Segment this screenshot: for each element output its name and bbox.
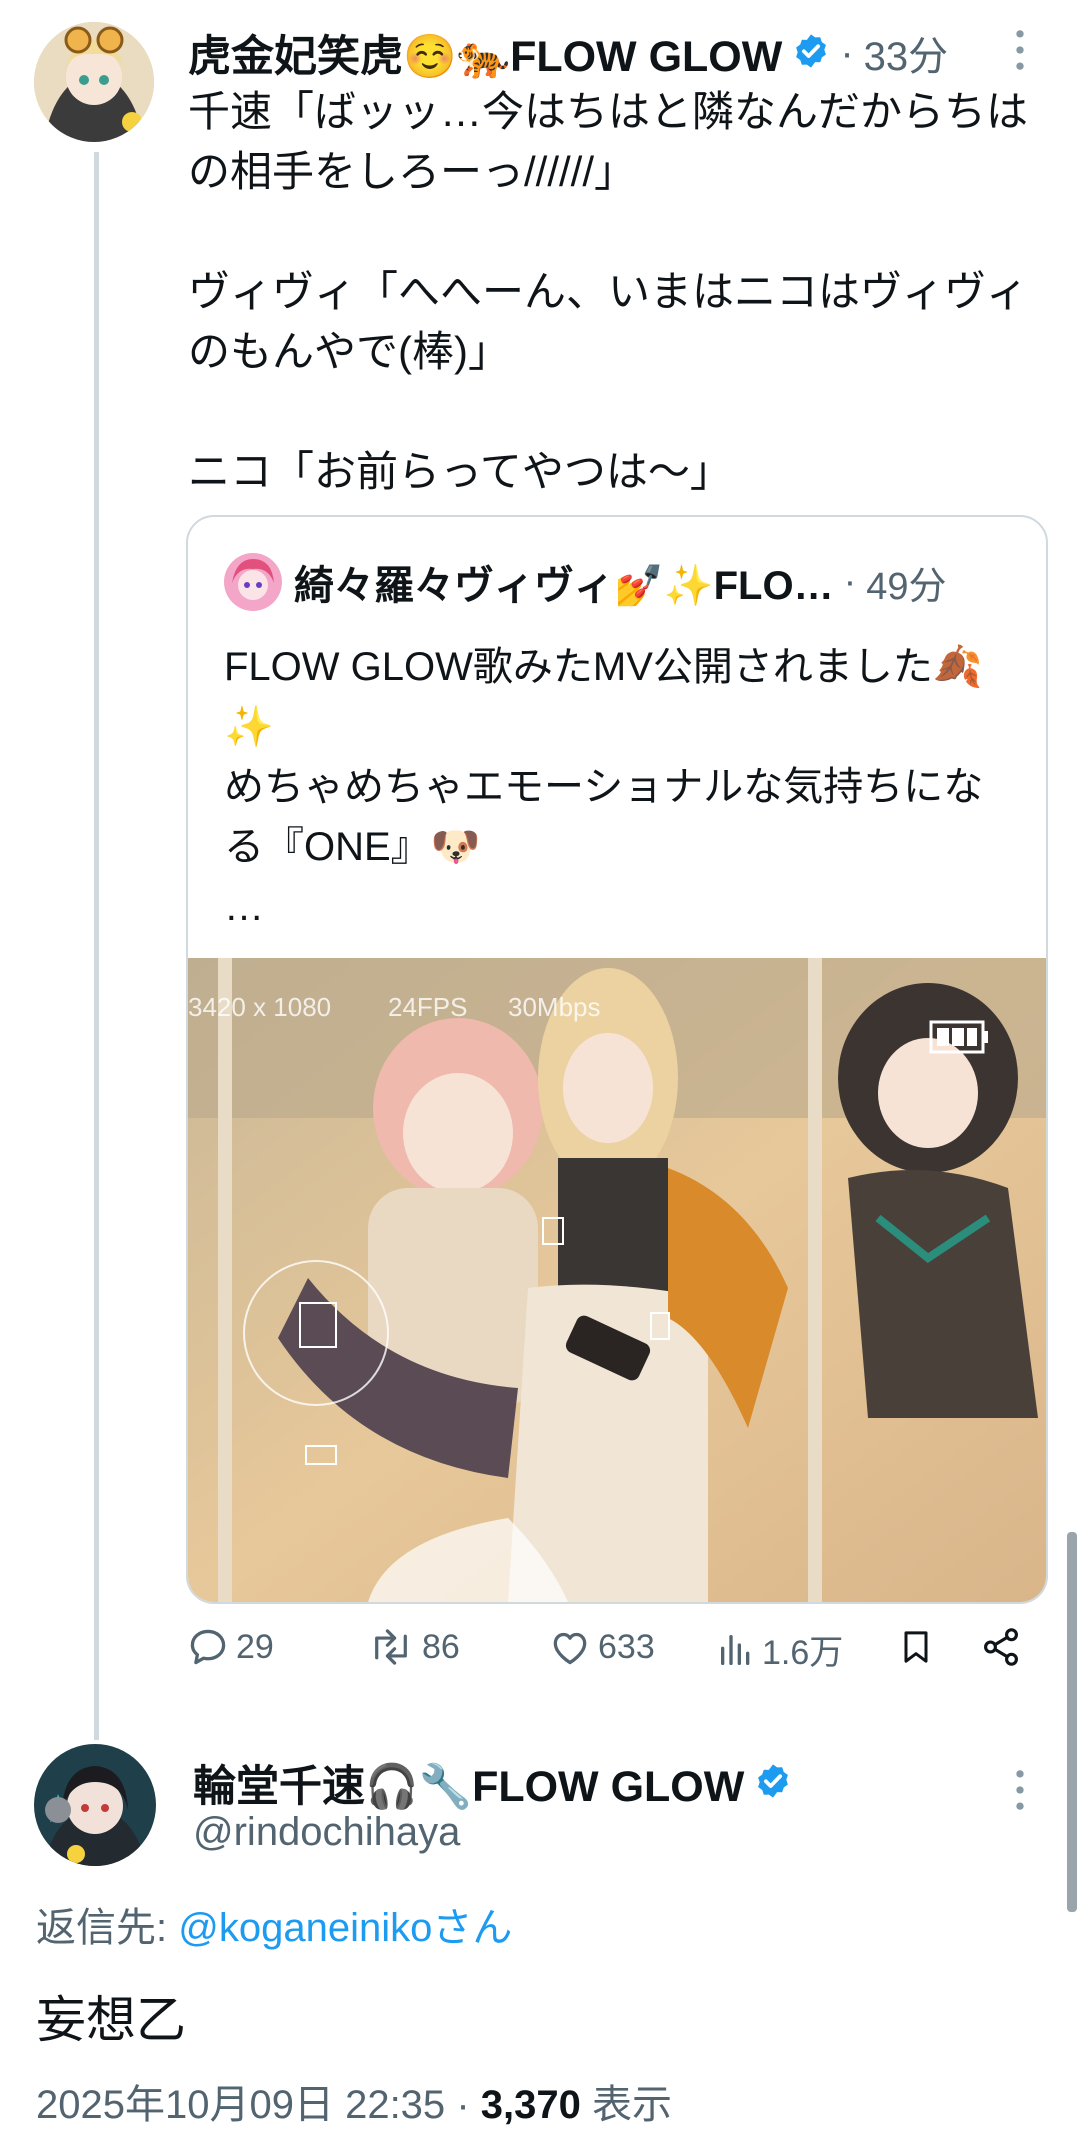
quoted-tweet-avatar: [224, 553, 282, 611]
scrollbar[interactable]: [1067, 1532, 1077, 1912]
more-icon[interactable]: [1006, 28, 1034, 77]
thread-line: [94, 152, 99, 1740]
bookmark-button[interactable]: [896, 1625, 942, 1669]
verified-badge-icon: [792, 32, 830, 75]
timestamp-separator: ·: [456, 2083, 481, 2127]
reply-tweet-views-label: 表示: [591, 2083, 672, 2127]
reply-tweet-date[interactable]: 2025年10月09日 22:35: [36, 2083, 445, 2127]
retweet-icon: [375, 1629, 407, 1665]
media-bitrate: 30Mbps: [508, 992, 601, 1022]
share-icon: [984, 1628, 1018, 1666]
quoted-tweet-media[interactable]: 3420 x 1080 24FPS 30Mbps: [188, 958, 1046, 1602]
reply-to-link[interactable]: @koganeinikoさん: [178, 1906, 512, 1950]
reply-tweet-handle[interactable]: @rindochihaya: [193, 1810, 460, 1855]
quoted-tweet-time: 49分: [866, 565, 947, 608]
reply-tweet-view-count: 3,370: [480, 2083, 581, 2127]
tweet-actions: 29 86 633 1.6万: [186, 1625, 1026, 1685]
like-count: 633: [598, 1627, 655, 1666]
media-resolution: 3420 x 1080: [188, 992, 331, 1022]
quoted-tweet-card[interactable]: 綺々羅々ヴィヴィ💅✨FLO… · 49分 FLOW GLOW歌みたMV公開されま…: [186, 515, 1048, 1604]
more-icon[interactable]: [1006, 1768, 1034, 1817]
like-icon: [553, 1632, 587, 1665]
quoted-tweet-header: 綺々羅々ヴィヴィ💅✨FLO… · 49分: [224, 553, 947, 611]
bookmark-icon: [904, 1631, 928, 1663]
reply-icon: [190, 1629, 226, 1665]
reply-tweet-header: 輪堂千速🎧🔧FLOW GLOW: [193, 1752, 792, 1814]
main-tweet-header: 虎金妃笑虎☺️🐅FLOW GLOW · 33分: [188, 22, 948, 84]
reply-button[interactable]: 29: [186, 1625, 274, 1669]
main-tweet-display-name[interactable]: 虎金妃笑虎☺️🐅FLOW GLOW: [188, 22, 782, 84]
main-tweet-avatar[interactable]: [34, 22, 154, 142]
reply-tweet-display-name[interactable]: 輪堂千速🎧🔧FLOW GLOW: [193, 1752, 744, 1814]
views-button[interactable]: 1.6万: [716, 1625, 843, 1674]
quoted-tweet-separator: ·: [843, 560, 857, 603]
reply-tweet-text: 妄想乙: [36, 1992, 186, 2048]
like-button[interactable]: 633: [548, 1625, 655, 1669]
quoted-tweet-display-name[interactable]: 綺々羅々ヴィヴィ💅✨FLO…: [294, 553, 834, 611]
reply-tweet-timestamp: 2025年10月09日 22:35 · 3,370 表示: [36, 2072, 672, 2130]
reply-to-label: 返信先:: [36, 1906, 179, 1950]
views-icon: [721, 1634, 750, 1665]
share-button[interactable]: [980, 1625, 1028, 1669]
verified-badge-icon: [754, 1762, 792, 1805]
retweet-button[interactable]: 86: [366, 1625, 460, 1669]
reply-to-line: 返信先: @koganeinikoさん: [36, 1895, 512, 1953]
main-tweet-time[interactable]: 33分: [864, 24, 949, 82]
reply-count: 29: [236, 1627, 274, 1666]
main-tweet-separator: ·: [840, 30, 854, 75]
view-count: 1.6万: [762, 1634, 844, 1672]
reply-tweet-avatar[interactable]: [34, 1744, 156, 1866]
quoted-tweet-text: FLOW GLOW歌みたMV公開されました🍂✨ めちゃめちゃエモーショナルな気持…: [224, 645, 984, 929]
main-tweet-text: 千速「ばッッ…今はちはと隣なんだからちはの相手をしろーっ//////」 ヴィヴィ…: [188, 88, 1029, 495]
media-fps: 24FPS: [388, 992, 468, 1022]
retweet-count: 86: [422, 1627, 460, 1666]
